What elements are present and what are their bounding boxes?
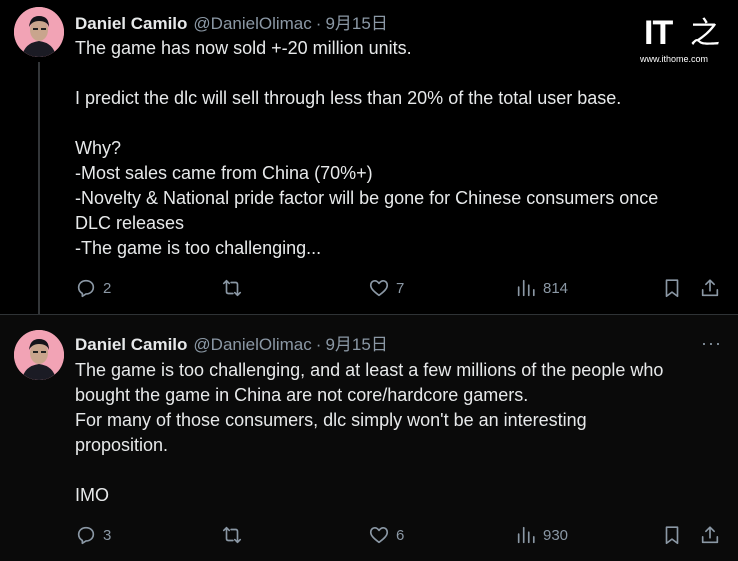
avatar[interactable]	[14, 7, 64, 57]
reply-button[interactable]: 3	[75, 524, 111, 546]
share-button[interactable]	[699, 277, 721, 299]
share-icon	[701, 526, 719, 544]
tweet-header: Daniel Camilo @DanielOlimac · 9月15日	[75, 9, 388, 34]
tweet-text-line: -Novelty & National pride factor will be…	[75, 188, 659, 208]
tweet-text-line	[75, 61, 720, 86]
tweet-text-line	[75, 458, 720, 483]
tweet[interactable]: Daniel Camilo @DanielOlimac · 9月15日 ··· …	[0, 315, 738, 561]
tweet-text-line: Why?	[75, 138, 122, 158]
retweet-button[interactable]	[221, 277, 249, 299]
bookmark-icon	[665, 526, 679, 545]
like-count: 6	[396, 526, 405, 544]
tweet[interactable]: Daniel Camilo @DanielOlimac · 9月15日 IT 之…	[0, 0, 738, 315]
views-button[interactable]: 930	[515, 524, 568, 546]
tweet-text-line: -The game is too challenging...	[75, 238, 322, 258]
separator-dot: ·	[315, 335, 322, 354]
author-handle[interactable]: @DanielOlimac	[193, 335, 311, 355]
author-handle[interactable]: @DanielOlimac	[193, 14, 311, 34]
reply-count: 2	[103, 279, 112, 297]
like-icon	[369, 280, 389, 297]
avatar[interactable]	[14, 330, 64, 380]
views-count: 930	[543, 526, 569, 544]
tweet-text-line: DLC releases	[75, 213, 185, 233]
reply-button[interactable]: 2	[75, 277, 111, 299]
more-options-button[interactable]: ···	[701, 333, 722, 354]
bookmark-button[interactable]	[661, 277, 683, 299]
tweet-text-line: bought the game in China are not core/ha…	[75, 385, 529, 405]
like-button[interactable]: 7	[368, 277, 404, 299]
views-icon	[517, 526, 535, 544]
thread-connector-line	[38, 62, 40, 315]
reply-count: 3	[103, 526, 112, 544]
tweet-text-line: For many of those consumers, dlc simply …	[75, 410, 587, 430]
tweet-text: The game is too challenging, and at leas…	[75, 358, 720, 508]
tweet-text-line	[75, 111, 720, 136]
like-count: 7	[396, 279, 405, 297]
retweet-icon	[222, 279, 242, 297]
tweet-text-line: I predict the dlc will sell through less…	[75, 88, 622, 108]
tweet-actions: 3 6 930	[75, 524, 725, 548]
reply-icon	[77, 279, 95, 298]
share-icon	[701, 279, 719, 297]
tweet-text-line: IMO	[75, 485, 109, 505]
separator-dot: ·	[315, 14, 322, 33]
tweet-text-line: proposition.	[75, 435, 169, 455]
like-button[interactable]: 6	[368, 524, 404, 546]
retweet-button[interactable]	[221, 524, 249, 546]
tweet-text: The game has now sold +-20 million units…	[75, 36, 720, 261]
views-icon	[517, 279, 535, 297]
bookmark-button[interactable]	[661, 524, 683, 546]
share-button[interactable]	[699, 524, 721, 546]
views-count: 814	[543, 279, 569, 297]
tweet-actions: 2 7 814	[75, 277, 725, 301]
retweet-icon	[222, 526, 242, 544]
tweet-text-line: -Most sales came from China (70%+)	[75, 163, 373, 183]
bookmark-icon	[665, 279, 679, 298]
tweet-text-line: The game has now sold +-20 million units…	[75, 38, 412, 58]
author-name[interactable]: Daniel Camilo	[75, 335, 187, 355]
like-icon	[369, 527, 389, 544]
reply-icon	[77, 526, 95, 545]
author-name[interactable]: Daniel Camilo	[75, 14, 187, 34]
views-button[interactable]: 814	[515, 277, 568, 299]
tweet-text-line: The game is too challenging, and at leas…	[75, 360, 664, 380]
tweet-header: Daniel Camilo @DanielOlimac · 9月15日	[75, 330, 388, 355]
tweet-date[interactable]: 9月15日	[325, 330, 387, 355]
tweet-date[interactable]: 9月15日	[325, 9, 387, 34]
